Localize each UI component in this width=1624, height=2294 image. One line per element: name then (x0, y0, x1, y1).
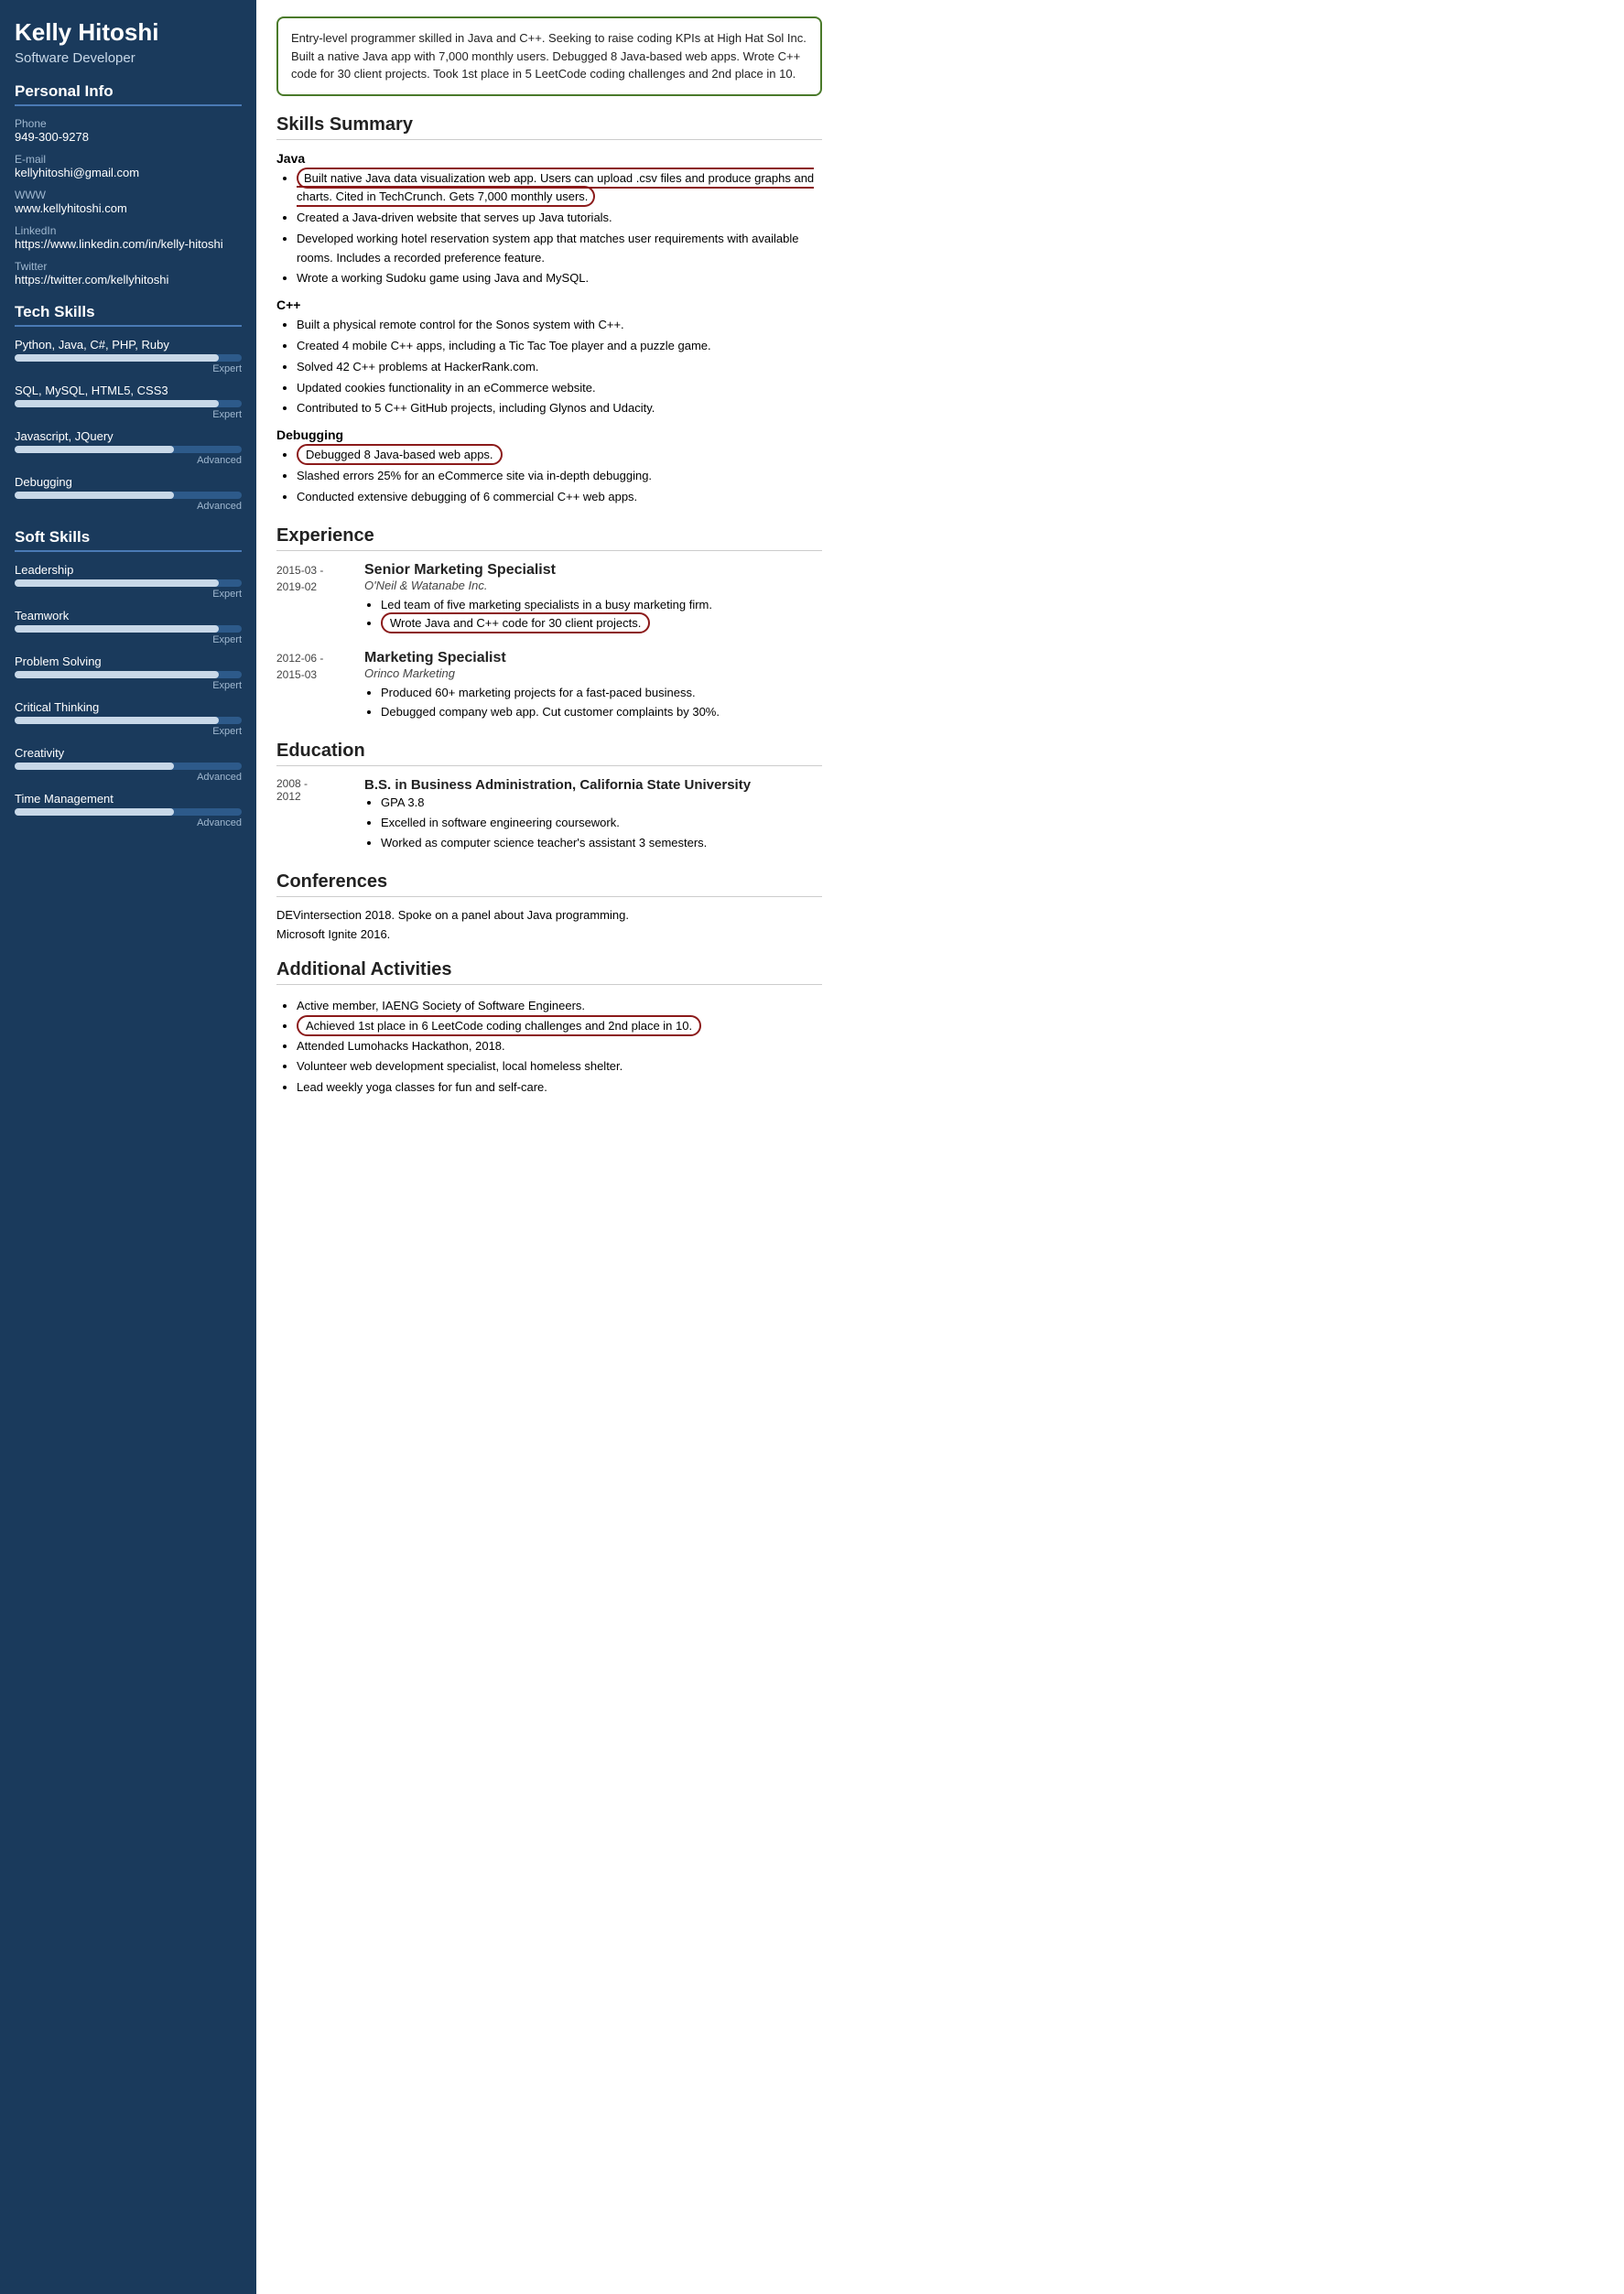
cpp-category: C++ Built a physical remote control for … (276, 298, 822, 418)
education-title: Education (276, 741, 822, 766)
twitter-value: https://twitter.com/kellyhitoshi (15, 273, 242, 287)
candidate-name: Kelly Hitoshi (15, 18, 242, 47)
exp-1-company: Orinco Marketing (364, 666, 822, 680)
exp-0-item-1: Wrote Java and C++ code for 30 client pr… (381, 614, 822, 633)
soft-skill-2: Problem Solving Expert (15, 655, 242, 691)
tech-skill-1: SQL, MySQL, HTML5, CSS3 Expert (15, 384, 242, 420)
soft-skill-5: Time Management Advanced (15, 792, 242, 828)
debugging-category: Debugging Debugged 8 Java-based web apps… (276, 427, 822, 506)
edu-entry-0: 2008 -2012 B.S. in Business Administrati… (276, 777, 822, 853)
candidate-title: Software Developer (15, 50, 242, 66)
linkedin-value: https://www.linkedin.com/in/kelly-hitosh… (15, 237, 242, 251)
tech-skill-2: Javascript, JQuery Advanced (15, 429, 242, 466)
exp-entry-1: 2012-06 -2015-03 Marketing Specialist Or… (276, 650, 822, 722)
add-item-0: Active member, IAENG Society of Software… (297, 996, 822, 1016)
phone-item: Phone 949-300-9278 (15, 117, 242, 144)
cpp-item-2: Solved 42 C++ problems at HackerRank.com… (297, 358, 822, 377)
skill-bar-fill-1 (15, 400, 219, 407)
phone-value: 949-300-9278 (15, 130, 242, 144)
cpp-item-1: Created 4 mobile C++ apps, including a T… (297, 337, 822, 356)
edu-0-degree: B.S. in Business Administration, Califor… (364, 777, 822, 793)
soft-skill-0: Leadership Expert (15, 563, 242, 600)
www-item: WWW www.kellyhitoshi.com (15, 189, 242, 215)
debug-item-2: Conducted extensive debugging of 6 comme… (297, 488, 822, 507)
exp-entry-0: 2015-03 -2019-02 Senior Marketing Specia… (276, 562, 822, 634)
soft-skill-1: Teamwork Expert (15, 609, 242, 645)
sidebar: Kelly Hitoshi Software Developer Persona… (0, 0, 256, 2294)
exp-0-title: Senior Marketing Specialist (364, 562, 822, 579)
exp-1-dates: 2012-06 -2015-03 (276, 652, 323, 681)
personal-info-title: Personal Info (15, 82, 242, 106)
tech-skills-title: Tech Skills (15, 303, 242, 327)
cpp-item-4: Contributed to 5 C++ GitHub projects, in… (297, 399, 822, 418)
exp-0-item-0: Led team of five marketing specialists i… (381, 596, 822, 615)
additional-title: Additional Activities (276, 959, 822, 985)
soft-skills-title: Soft Skills (15, 528, 242, 552)
cpp-item-0: Built a physical remote control for the … (297, 316, 822, 335)
exp-0-dates: 2015-03 -2019-02 (276, 564, 323, 593)
skills-summary-title: Skills Summary (276, 114, 822, 140)
email-item: E-mail kellyhitoshi@gmail.com (15, 153, 242, 179)
soft-skill-3: Critical Thinking Expert (15, 700, 242, 737)
java-item-3: Wrote a working Sudoku game using Java a… (297, 269, 822, 288)
edu-0-item-2: Worked as computer science teacher's ass… (381, 833, 822, 853)
java-item-0: Built native Java data visualization web… (297, 169, 822, 208)
conf-item-0: DEVintersection 2018. Spoke on a panel a… (276, 908, 822, 922)
skill-bar-fill-0 (15, 354, 219, 362)
summary-text: Entry-level programmer skilled in Java a… (291, 31, 807, 81)
linkedin-item: LinkedIn https://www.linkedin.com/in/kel… (15, 224, 242, 251)
add-item-2: Attended Lumohacks Hackathon, 2018. (297, 1036, 822, 1056)
java-category: Java Built native Java data visualizatio… (276, 151, 822, 289)
java-item-1: Created a Java-driven website that serve… (297, 209, 822, 228)
skill-bar-fill-3 (15, 492, 174, 499)
tech-skill-0: Python, Java, C#, PHP, Ruby Expert (15, 338, 242, 374)
debug-item-1: Slashed errors 25% for an eCommerce site… (297, 467, 822, 486)
tech-skill-3: Debugging Advanced (15, 475, 242, 512)
exp-1-title: Marketing Specialist (364, 650, 822, 666)
soft-skill-4: Creativity Advanced (15, 746, 242, 783)
skill-bar-fill-2 (15, 446, 174, 453)
twitter-item: Twitter https://twitter.com/kellyhitoshi (15, 260, 242, 287)
experience-title: Experience (276, 525, 822, 551)
conferences-title: Conferences (276, 871, 822, 897)
java-item-2: Developed working hotel reservation syst… (297, 230, 822, 268)
exp-1-item-0: Produced 60+ marketing projects for a fa… (381, 684, 822, 703)
add-item-3: Volunteer web development specialist, lo… (297, 1056, 822, 1077)
exp-0-company: O'Neil & Watanabe Inc. (364, 579, 822, 592)
edu-0-dates: 2008 -2012 (276, 777, 308, 803)
edu-0-item-0: GPA 3.8 (381, 793, 822, 813)
summary-box: Entry-level programmer skilled in Java a… (276, 16, 822, 96)
conf-item-1: Microsoft Ignite 2016. (276, 927, 822, 941)
main-content: Entry-level programmer skilled in Java a… (256, 0, 842, 2294)
exp-1-item-1: Debugged company web app. Cut customer c… (381, 703, 822, 722)
add-item-1: Achieved 1st place in 6 LeetCode coding … (297, 1016, 822, 1036)
debug-item-0: Debugged 8 Java-based web apps. (297, 446, 822, 465)
email-value: kellyhitoshi@gmail.com (15, 166, 242, 179)
add-item-4: Lead weekly yoga classes for fun and sel… (297, 1077, 822, 1098)
www-value: www.kellyhitoshi.com (15, 201, 242, 215)
cpp-item-3: Updated cookies functionality in an eCom… (297, 379, 822, 398)
edu-0-item-1: Excelled in software engineering coursew… (381, 813, 822, 833)
additional-list: Active member, IAENG Society of Software… (276, 996, 822, 1097)
